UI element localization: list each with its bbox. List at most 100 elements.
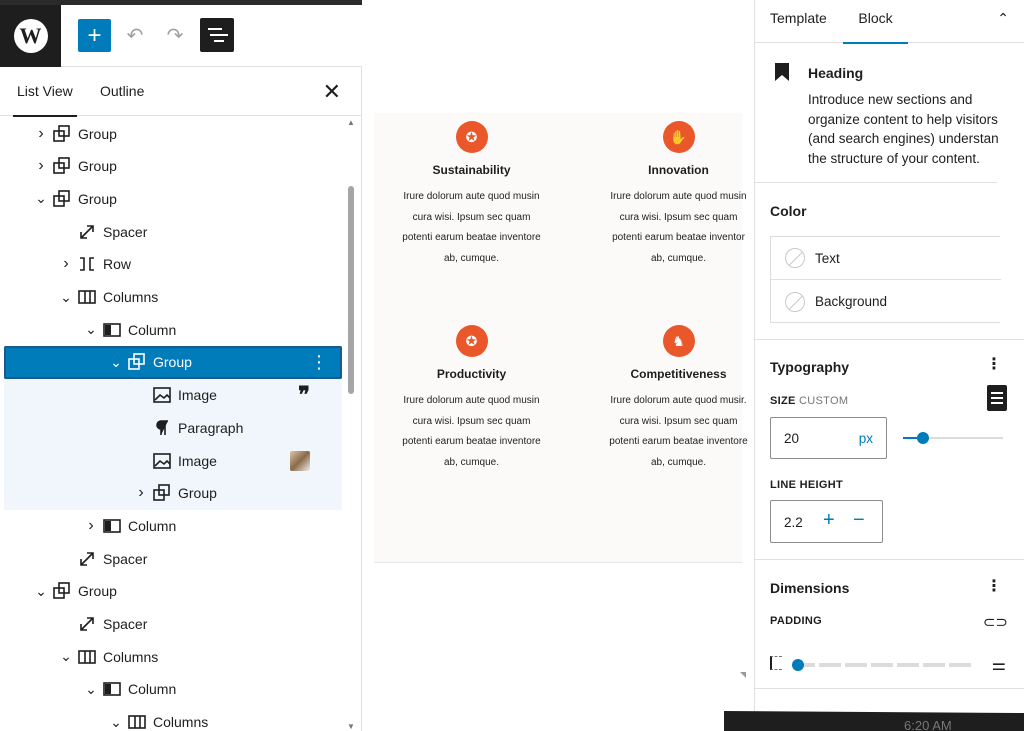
chevron-down-icon[interactable]: ⌄ <box>109 354 123 371</box>
line-height-input[interactable]: 2.2 + − <box>770 500 883 543</box>
chevron-right-icon[interactable]: › <box>59 255 73 273</box>
feature-card[interactable]: ✪ Sustainability Irure dolorum aute quod… <box>384 121 559 269</box>
feature-card[interactable]: ✪ Productivity Irure dolorum aute quod m… <box>384 325 559 473</box>
font-size-slider[interactable] <box>903 432 1003 444</box>
feature-text-line[interactable]: potenti earum beatae inventore <box>591 432 766 453</box>
custom-values-icon[interactable]: ⚌ <box>992 655 1006 675</box>
feature-text-line[interactable]: Irure dolorum aute quod musin <box>591 187 766 208</box>
chevron-down-icon[interactable]: ⌄ <box>59 289 73 306</box>
list-item-row[interactable]: › Row <box>4 248 342 281</box>
list-item-label: Image <box>178 387 217 404</box>
separator <box>374 562 742 563</box>
increment-button[interactable]: + <box>823 509 835 532</box>
scrollbar-thumb[interactable] <box>348 186 354 394</box>
chevron-right-icon[interactable]: › <box>34 125 48 143</box>
link-sides-icon[interactable]: ⊂⊃ <box>983 613 1008 631</box>
typography-options-icon[interactable]: ⋮ <box>986 357 1002 373</box>
background-color-item[interactable]: Background <box>771 280 1001 323</box>
list-item-spacer[interactable]: Spacer <box>4 215 342 248</box>
feature-text-line[interactable]: potenti earum beatae inventore <box>384 228 559 249</box>
dimensions-panel-title[interactable]: Dimensions <box>770 580 849 596</box>
chevron-down-icon[interactable]: ⌄ <box>84 321 98 338</box>
text-color-item[interactable]: Text <box>771 237 1001 280</box>
list-item-image[interactable]: Image ❞ <box>4 378 342 412</box>
feature-text-line[interactable]: potenti earum beatae inventor <box>591 228 766 249</box>
chevron-down-icon[interactable]: ⌄ <box>34 190 48 207</box>
list-item-image[interactable]: Image <box>4 444 342 477</box>
chevron-down-icon[interactable]: ⌄ <box>109 714 123 731</box>
chevron-right-icon[interactable]: › <box>84 517 98 535</box>
feature-text-line[interactable]: ab, cumque. <box>591 453 766 474</box>
color-item-label: Background <box>815 294 888 309</box>
list-item-columns[interactable]: ⌄ Columns <box>4 640 342 673</box>
undo-button[interactable]: ↶ <box>120 19 150 52</box>
close-icon[interactable]: ✕ <box>323 79 341 105</box>
list-item-group[interactable]: ⌄ Group <box>4 182 342 215</box>
idea-hand-icon: ✋ <box>662 121 695 153</box>
tab-template[interactable]: Template <box>770 0 827 43</box>
list-item-group[interactable]: › Group <box>4 476 342 510</box>
list-item-group[interactable]: ⌄ Group <box>4 575 342 608</box>
document-overview-button[interactable] <box>200 18 234 52</box>
decrement-button[interactable]: − <box>853 509 865 532</box>
wordpress-logo-button[interactable]: W <box>0 5 61 67</box>
add-block-button[interactable]: + <box>78 19 111 52</box>
padding-slider[interactable] <box>792 659 979 671</box>
list-item-spacer[interactable]: Spacer <box>4 542 342 575</box>
chevron-down-icon[interactable]: ⌄ <box>34 583 48 600</box>
feature-text-line[interactable]: cura wisi. Ipsum sec quam <box>591 412 766 433</box>
paragraph-block-icon <box>152 418 172 438</box>
feature-text-line[interactable]: ab, cumque. <box>591 249 766 270</box>
list-item-column[interactable]: › Column <box>4 509 342 542</box>
slider-handle[interactable] <box>792 659 804 671</box>
slider-handle[interactable] <box>917 432 929 444</box>
tab-block[interactable]: Block <box>843 0 908 44</box>
redo-button[interactable]: ↷ <box>160 19 190 52</box>
font-size-input[interactable]: 20 px <box>770 417 887 459</box>
feature-title[interactable]: Innovation <box>591 163 766 177</box>
list-item-paragraph[interactable]: Paragraph <box>4 411 342 445</box>
feature-text-line[interactable]: cura wisi. Ipsum sec quam <box>591 208 766 229</box>
feature-text-line[interactable]: Irure dolorum aute quod musin <box>384 391 559 412</box>
undo-icon: ↶ <box>126 25 144 47</box>
settings-sidebar: Template Block ⌃ Heading Introduce new s… <box>754 0 1024 731</box>
font-size-unit[interactable]: px <box>859 431 873 446</box>
feature-text-line[interactable]: Irure dolorum aute quod musin <box>384 187 559 208</box>
list-item-columns[interactable]: ⌄ Columns <box>4 281 342 314</box>
feature-text-line[interactable]: ab, cumque. <box>384 249 559 270</box>
list-scrollbar[interactable]: ▲ ▼ <box>345 116 357 731</box>
scroll-down-icon[interactable]: ▼ <box>347 722 355 731</box>
feature-text-line[interactable]: potenti earum beatae inventore <box>384 432 559 453</box>
list-item-group[interactable]: › Group <box>4 117 342 150</box>
chevron-up-icon[interactable]: ⌃ <box>997 10 1009 27</box>
chevron-right-icon[interactable]: › <box>34 157 48 175</box>
list-item-column[interactable]: ⌄ Column <box>4 313 342 346</box>
feature-title[interactable]: Competitiveness <box>591 367 766 381</box>
feature-title[interactable]: Productivity <box>384 367 559 381</box>
list-item-column[interactable]: ⌄ Column <box>4 673 342 706</box>
list-item-columns[interactable]: ⌄ Columns <box>4 706 342 731</box>
reset-size-button[interactable] <box>987 385 1007 411</box>
tab-list-view[interactable]: List View <box>13 67 77 117</box>
scroll-up-icon[interactable]: ▲ <box>347 118 355 127</box>
typography-panel-title[interactable]: Typography <box>770 359 849 375</box>
list-item-group[interactable]: ⌄ Group ⋮ <box>4 345 342 379</box>
list-item-group[interactable]: › Group <box>4 150 342 183</box>
feature-title[interactable]: Sustainability <box>384 163 559 177</box>
feature-card[interactable]: ♞ Competitiveness Irure dolorum aute quo… <box>591 325 766 473</box>
block-options-icon[interactable]: ⋮ <box>310 353 328 371</box>
list-item-spacer[interactable]: Spacer <box>4 608 342 641</box>
columns-block-icon <box>77 287 97 307</box>
list-item-label: Group <box>78 158 117 175</box>
feature-card[interactable]: ✋ Innovation Irure dolorum aute quod mus… <box>591 121 766 269</box>
feature-text-line[interactable]: ab, cumque. <box>384 453 559 474</box>
feature-text-line[interactable]: cura wisi. Ipsum sec quam <box>384 412 559 433</box>
feature-text-line[interactable]: cura wisi. Ipsum sec quam <box>384 208 559 229</box>
dimensions-options-icon[interactable]: ⋮ <box>986 579 1002 595</box>
tab-outline[interactable]: Outline <box>100 67 144 116</box>
feature-text-line[interactable]: Irure dolorum aute quod musir. <box>591 391 766 412</box>
chevron-right-icon[interactable]: › <box>134 484 148 502</box>
chevron-down-icon[interactable]: ⌄ <box>59 648 73 665</box>
chevron-down-icon[interactable]: ⌄ <box>84 681 98 698</box>
features-section[interactable]: ✪ Sustainability Irure dolorum aute quod… <box>374 113 748 563</box>
